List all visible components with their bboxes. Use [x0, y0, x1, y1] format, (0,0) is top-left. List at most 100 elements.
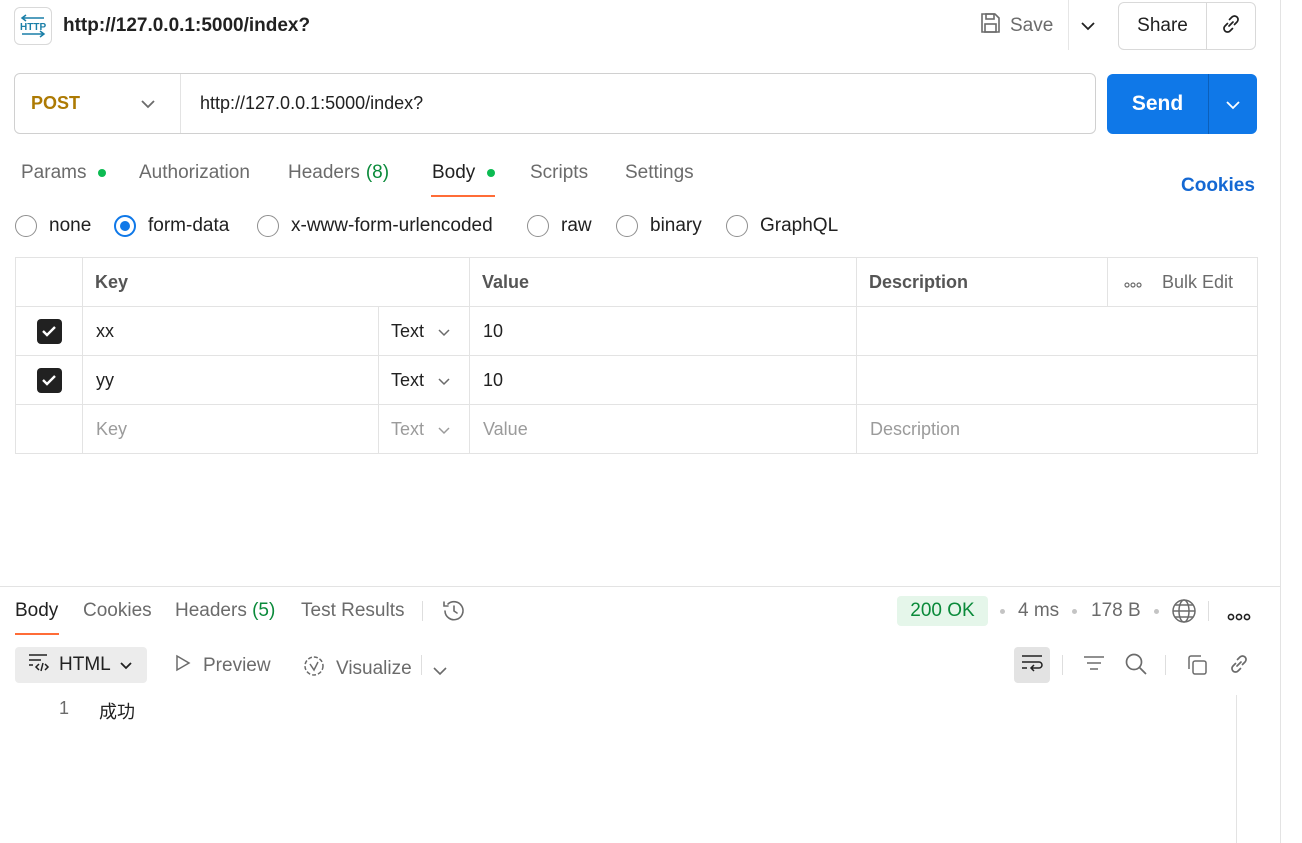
response-tab-cookies[interactable]: Cookies [83, 600, 152, 622]
visualize-icon [302, 654, 326, 684]
divider [1062, 655, 1063, 675]
pane-border [1280, 0, 1281, 843]
response-divider[interactable] [0, 586, 1280, 587]
history-icon[interactable] [441, 598, 467, 629]
link-icon[interactable] [1227, 652, 1251, 681]
method-select[interactable]: POST [15, 74, 181, 133]
row-checkbox[interactable] [36, 367, 62, 393]
response-size[interactable]: 178 B [1091, 600, 1141, 622]
tab-authorization[interactable]: Authorization [139, 162, 250, 184]
response-line[interactable]: 成功 [99, 698, 135, 724]
value-cell[interactable]: 10 [469, 306, 857, 356]
value-placeholder[interactable]: Value [469, 404, 857, 454]
scrollbar[interactable] [1236, 695, 1237, 843]
table-header-row: Key Value Description Bulk Edit [15, 257, 1258, 307]
radio-circle [527, 215, 549, 237]
radio-label: x-www-form-urlencoded [291, 215, 493, 236]
response-tab-body[interactable]: Body [15, 600, 58, 622]
search-icon[interactable] [1124, 652, 1148, 681]
radio-circle [726, 215, 748, 237]
request-title[interactable]: http://127.0.0.1:5000/index? [63, 15, 310, 37]
bulk-edit-cell: Bulk Edit [1107, 257, 1258, 307]
row-checkbox[interactable] [36, 318, 62, 344]
type-select[interactable]: Text [378, 306, 470, 356]
status-badge[interactable]: 200 OK [897, 596, 988, 626]
header-value: Value [469, 257, 857, 307]
type-label: Text [391, 369, 425, 390]
bulk-edit-button[interactable]: Bulk Edit [1162, 272, 1233, 293]
tab-scripts[interactable]: Scripts [530, 162, 588, 184]
key-placeholder[interactable]: Key [82, 404, 379, 454]
more-icon[interactable] [1124, 272, 1142, 293]
tab-settings[interactable]: Settings [625, 162, 694, 184]
tab-params[interactable]: Params [21, 162, 107, 184]
description-cell[interactable] [856, 306, 1258, 356]
type-select[interactable]: Text [378, 404, 470, 454]
tab-body[interactable]: Body [432, 162, 496, 184]
description-placeholder[interactable]: Description [856, 404, 1258, 454]
radio-x-www-form-urlencoded[interactable]: x-www-form-urlencoded [257, 215, 493, 237]
value-cell[interactable]: 10 [469, 355, 857, 405]
url-input[interactable] [181, 74, 1095, 133]
wrap-lines-button[interactable] [1014, 647, 1050, 683]
active-tab-indicator [15, 633, 59, 635]
type-select[interactable]: Text [378, 355, 470, 405]
tab-label: Headers [175, 600, 247, 621]
send-options-dropdown[interactable] [1208, 74, 1257, 134]
response-tab-test-results[interactable]: Test Results [301, 600, 404, 622]
row-checkbox-cell [15, 355, 83, 405]
share-group: Share [1118, 2, 1256, 50]
status-dot [487, 169, 496, 177]
radio-circle [616, 215, 638, 237]
divider [422, 601, 423, 621]
globe-icon[interactable] [1171, 598, 1197, 629]
key-cell[interactable]: yy [82, 355, 379, 405]
divider [421, 655, 422, 675]
chevron-down-icon [437, 370, 451, 391]
radio-label: binary [650, 215, 702, 236]
radio-none[interactable]: none [15, 215, 91, 237]
description-cell[interactable] [856, 355, 1258, 405]
copy-icon[interactable] [1185, 653, 1209, 682]
radio-raw[interactable]: raw [527, 215, 592, 237]
copy-link-button[interactable] [1207, 3, 1255, 49]
radio-circle-selected [114, 215, 136, 237]
link-icon [1219, 12, 1243, 41]
headers-count: (5) [252, 600, 276, 621]
tab-label: Scripts [530, 162, 589, 183]
url-bar: POST [14, 73, 1096, 134]
header-key: Key [82, 257, 470, 307]
tab-label: Headers [288, 162, 360, 183]
filter-icon[interactable] [1082, 653, 1106, 680]
share-button[interactable]: Share [1119, 3, 1207, 49]
radio-binary[interactable]: binary [616, 215, 702, 237]
format-label: HTML [59, 654, 111, 675]
more-icon[interactable] [1227, 606, 1251, 627]
send-button[interactable]: Send [1107, 74, 1208, 134]
svg-text:HTTP: HTTP [20, 22, 46, 33]
chevron-down-icon[interactable] [432, 660, 448, 681]
chevron-down-icon [437, 321, 451, 342]
tab-headers[interactable]: Headers (8) [288, 162, 389, 184]
cookies-link[interactable]: Cookies [1181, 175, 1255, 197]
active-tab-indicator [431, 195, 495, 197]
divider [1208, 601, 1209, 621]
save-options-dropdown[interactable] [1068, 0, 1106, 50]
status-dot [98, 169, 107, 177]
save-button[interactable]: Save [978, 8, 1053, 44]
key-cell[interactable]: xx [82, 306, 379, 356]
visualize-label: Visualize [336, 658, 412, 679]
response-time[interactable]: 4 ms [1018, 600, 1059, 622]
chevron-down-icon [1225, 94, 1241, 115]
wrap-icon [1020, 653, 1044, 678]
radio-graphql[interactable]: GraphQL [726, 215, 838, 237]
separator-dot [1000, 609, 1005, 614]
code-icon [27, 652, 51, 678]
preview-button[interactable]: Preview [175, 654, 271, 678]
save-icon [978, 11, 1002, 41]
format-select[interactable]: HTML [15, 647, 147, 683]
radio-form-data[interactable]: form-data [114, 215, 229, 237]
tab-label: Body [432, 162, 476, 183]
response-tab-headers[interactable]: Headers (5) [175, 600, 275, 622]
visualize-button[interactable]: Visualize [302, 654, 412, 684]
